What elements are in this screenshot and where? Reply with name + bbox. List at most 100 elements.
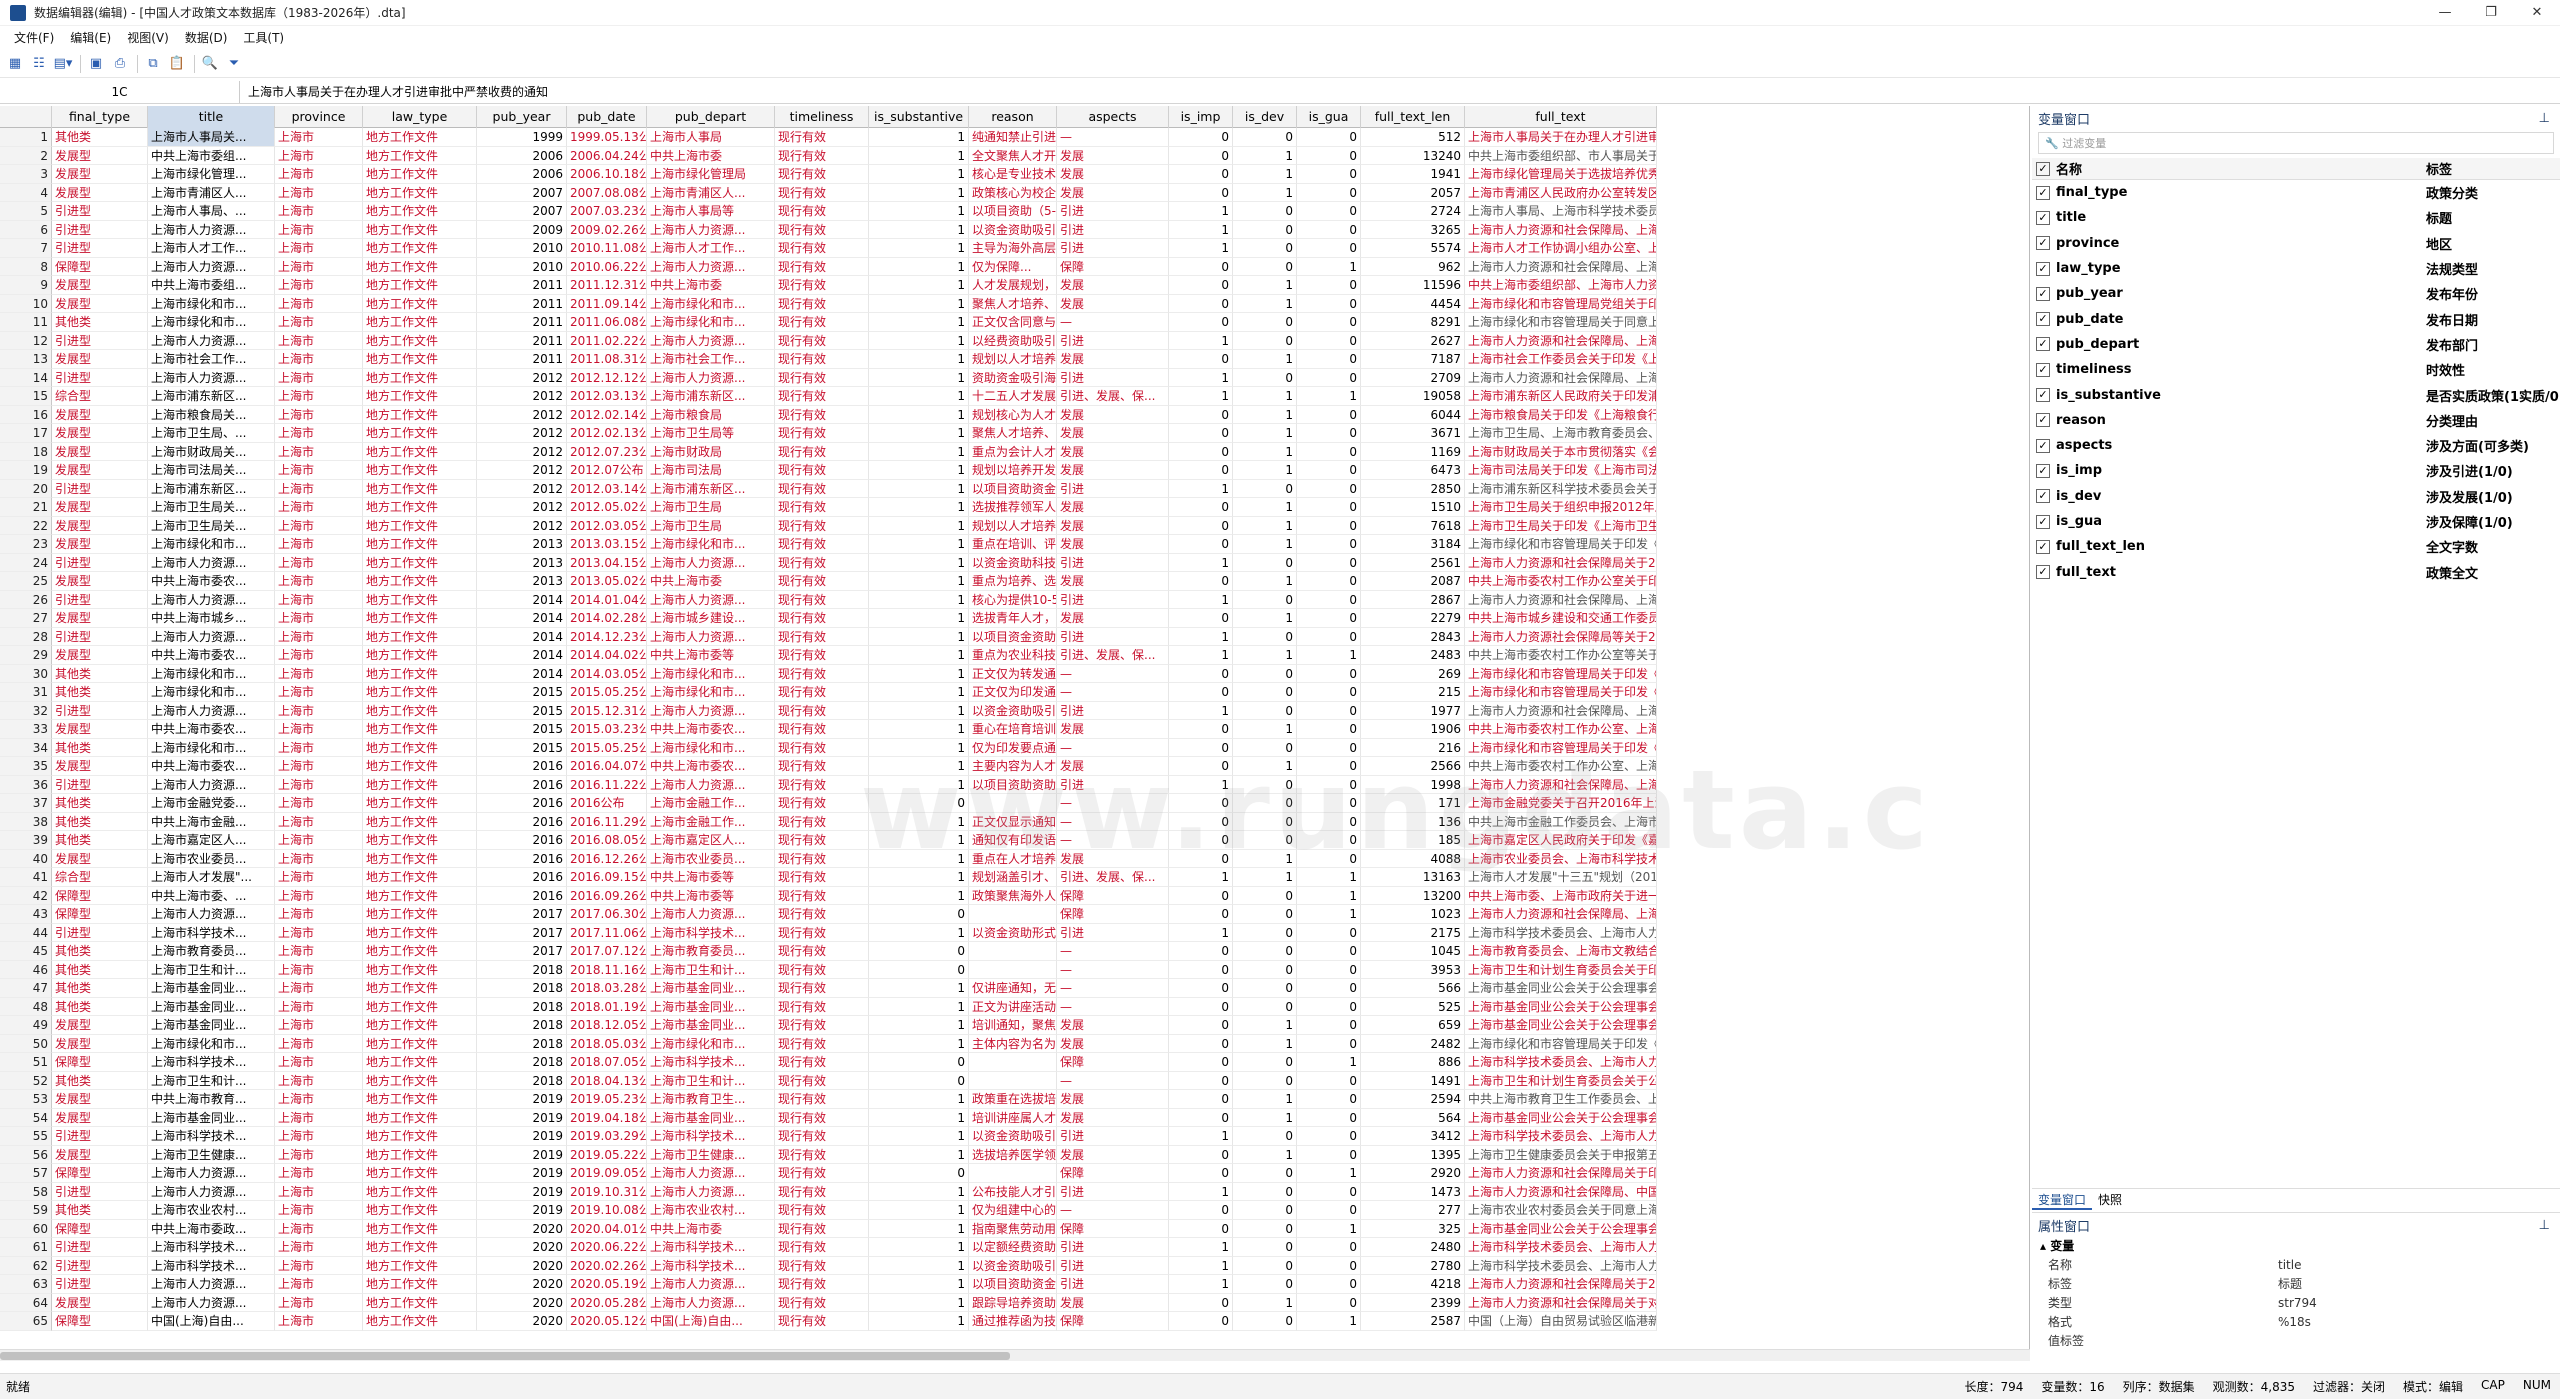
table-row[interactable]: 46其他类上海市卫生和计...上海市地方工作文件20182018.11.16公布… bbox=[0, 960, 2029, 979]
table-cell[interactable]: 上海市科学技术委员会、上海市人力资源 bbox=[1465, 923, 1657, 942]
table-cell[interactable]: 现行有效 bbox=[775, 831, 869, 850]
table-cell[interactable]: 0 bbox=[1169, 905, 1233, 924]
table-cell[interactable]: 上海市 bbox=[275, 239, 363, 258]
row-number[interactable]: 34 bbox=[0, 738, 52, 757]
table-cell[interactable]: 引进型 bbox=[52, 479, 148, 498]
table-cell[interactable]: 2018 bbox=[477, 1053, 567, 1072]
table-cell[interactable]: 上海市青浦区人... bbox=[647, 183, 775, 202]
table-cell[interactable]: 上海市人力资源和社会保障局关于印发《 bbox=[1465, 1164, 1657, 1183]
table-cell[interactable]: 上海市人力资源... bbox=[148, 627, 275, 646]
table-cell[interactable] bbox=[969, 1053, 1057, 1072]
table-cell[interactable]: 地方工作文件 bbox=[363, 1275, 477, 1294]
table-cell[interactable]: 现行有效 bbox=[775, 257, 869, 276]
table-cell[interactable]: 2016.04.07公布 bbox=[567, 757, 647, 776]
variable-filter-input[interactable]: 🔧 过滤变量 bbox=[2038, 132, 2554, 154]
table-cell[interactable]: 0 bbox=[1297, 1182, 1361, 1201]
table-cell[interactable]: 0 bbox=[1297, 1071, 1361, 1090]
table-row[interactable]: 48其他类上海市基金同业...上海市地方工作文件20182018.01.19公布… bbox=[0, 997, 2029, 1016]
row-number[interactable]: 57 bbox=[0, 1164, 52, 1183]
table-cell[interactable]: 仅讲座通知，无... bbox=[969, 979, 1057, 998]
table-cell[interactable]: 0 bbox=[1297, 368, 1361, 387]
table-cell[interactable]: 保障 bbox=[1057, 1164, 1169, 1183]
table-cell[interactable]: 1 bbox=[869, 1312, 969, 1331]
table-cell[interactable]: 上海市浦东新区人民政府关于印发浦东新 bbox=[1465, 387, 1657, 406]
table-cell[interactable]: 0 bbox=[1297, 461, 1361, 480]
table-cell[interactable]: 地方工作文件 bbox=[363, 350, 477, 369]
table-cell[interactable]: 1 bbox=[1169, 553, 1233, 572]
table-cell[interactable]: 其他类 bbox=[52, 960, 148, 979]
table-cell[interactable]: 上海市人力资源... bbox=[647, 905, 775, 924]
table-cell[interactable]: 地方工作文件 bbox=[363, 479, 477, 498]
variable-checkbox[interactable]: ✓ bbox=[2036, 413, 2050, 428]
table-cell[interactable]: 13163 bbox=[1361, 868, 1465, 887]
table-cell[interactable]: 上海市人力资源和社会保障局关于对2019 bbox=[1465, 1293, 1657, 1312]
table-cell[interactable]: 上海市人力资源和社会保障局关于2013年 bbox=[1465, 553, 1657, 572]
table-cell[interactable]: 上海市人力资源... bbox=[148, 331, 275, 350]
table-cell[interactable]: 1 bbox=[869, 239, 969, 258]
table-cell[interactable]: 中共上海市城乡... bbox=[148, 609, 275, 628]
table-cell[interactable]: 0 bbox=[1233, 1053, 1297, 1072]
table-cell[interactable]: 发展型 bbox=[52, 516, 148, 535]
table-cell[interactable]: 上海市科学技术... bbox=[647, 923, 775, 942]
table-cell[interactable]: 发展 bbox=[1057, 1090, 1169, 1109]
variable-checkbox[interactable]: ✓ bbox=[2036, 261, 2050, 276]
table-cell[interactable]: 引进 bbox=[1057, 1238, 1169, 1257]
row-number[interactable]: 45 bbox=[0, 942, 52, 961]
table-cell[interactable]: — bbox=[1057, 1071, 1169, 1090]
table-cell[interactable]: 上海市 bbox=[275, 775, 363, 794]
table-cell[interactable]: 上海市基金同业... bbox=[148, 997, 275, 1016]
variable-checkbox[interactable]: ✓ bbox=[2036, 514, 2050, 529]
table-cell[interactable]: 通过推荐函为技... bbox=[969, 1312, 1057, 1331]
table-cell[interactable]: 0 bbox=[1169, 1164, 1233, 1183]
table-cell[interactable]: 指南聚焦劳动用... bbox=[969, 1219, 1057, 1238]
table-row[interactable]: 59其他类上海市农业农村...上海市地方工作文件20192019.10.08公布… bbox=[0, 1201, 2029, 1220]
table-cell[interactable]: 上海市人力资源... bbox=[647, 627, 775, 646]
table-cell[interactable]: 保障型 bbox=[52, 1219, 148, 1238]
table-cell[interactable]: 上海市 bbox=[275, 1034, 363, 1053]
table-cell[interactable]: 上海市科学技术... bbox=[647, 1053, 775, 1072]
table-row[interactable]: 54发展型上海市基金同业...上海市地方工作文件20192019.04.18公布… bbox=[0, 1108, 2029, 1127]
table-cell[interactable]: 1 bbox=[869, 1256, 969, 1275]
table-cell[interactable]: 引进 bbox=[1057, 202, 1169, 221]
table-cell[interactable]: — bbox=[1057, 738, 1169, 757]
table-cell[interactable]: 2017 bbox=[477, 942, 567, 961]
table-cell[interactable]: 上海市 bbox=[275, 202, 363, 221]
table-cell[interactable]: 上海市科学技术委员会、上海市人力资源 bbox=[1465, 1127, 1657, 1146]
table-cell[interactable]: 上海市科学技术... bbox=[148, 1238, 275, 1257]
table-cell[interactable]: 上海市卫生局关于组织申报2012年上海市 bbox=[1465, 498, 1657, 517]
table-cell[interactable]: 现行有效 bbox=[775, 313, 869, 332]
table-row[interactable]: 31其他类上海市绿化和市...上海市地方工作文件20152015.05.25公布… bbox=[0, 683, 2029, 702]
table-cell[interactable]: 上海市人力资源... bbox=[647, 553, 775, 572]
table-cell[interactable]: 综合型 bbox=[52, 387, 148, 406]
table-cell[interactable]: 1977 bbox=[1361, 701, 1465, 720]
table-cell[interactable]: 地方工作文件 bbox=[363, 683, 477, 702]
table-cell[interactable]: 地方工作文件 bbox=[363, 202, 477, 221]
table-cell[interactable]: 上海市人力资源... bbox=[647, 1293, 775, 1312]
table-cell[interactable]: 0 bbox=[1233, 1219, 1297, 1238]
table-cell[interactable]: 现行有效 bbox=[775, 1182, 869, 1201]
table-cell[interactable]: 2006.10.18公布 bbox=[567, 165, 647, 184]
table-cell[interactable]: 2020.05.28公布 bbox=[567, 1293, 647, 1312]
filter-icon[interactable]: ⏷ bbox=[223, 53, 245, 75]
table-cell[interactable]: 上海市人力资源和社会保障局、上海市科 bbox=[1465, 331, 1657, 350]
row-number[interactable]: 16 bbox=[0, 405, 52, 424]
table-cell[interactable]: 引进型 bbox=[52, 1238, 148, 1257]
variable-checkbox[interactable]: ✓ bbox=[2036, 489, 2050, 504]
row-number[interactable]: 14 bbox=[0, 368, 52, 387]
table-cell[interactable]: 现行有效 bbox=[775, 146, 869, 165]
table-cell[interactable]: 2709 bbox=[1361, 368, 1465, 387]
table-cell[interactable]: 2019 bbox=[477, 1201, 567, 1220]
row-number[interactable]: 25 bbox=[0, 572, 52, 591]
table-cell[interactable]: 上海市浦东新区科学技术委员会关于浦东 bbox=[1465, 479, 1657, 498]
table-cell[interactable]: 2017.06.30公布 bbox=[567, 905, 647, 924]
table-cell[interactable]: 0 bbox=[1297, 997, 1361, 1016]
table-row[interactable]: 22发展型上海市卫生局关...上海市地方工作文件20122012.03.05公布… bbox=[0, 516, 2029, 535]
table-cell[interactable]: 2017.07.12公布 bbox=[567, 942, 647, 961]
table-cell[interactable]: 中共上海市金融工作委员会、上海市金融 bbox=[1465, 812, 1657, 831]
table-row[interactable]: 36引进型上海市人力资源...上海市地方工作文件20162016.11.22公布… bbox=[0, 775, 2029, 794]
table-cell[interactable]: 1 bbox=[869, 1275, 969, 1294]
table-cell[interactable]: 2013.04.15公布 bbox=[567, 553, 647, 572]
table-cell[interactable]: 566 bbox=[1361, 979, 1465, 998]
table-cell[interactable]: 2012.07公布 bbox=[567, 461, 647, 480]
table-cell[interactable]: 上海市 bbox=[275, 720, 363, 739]
